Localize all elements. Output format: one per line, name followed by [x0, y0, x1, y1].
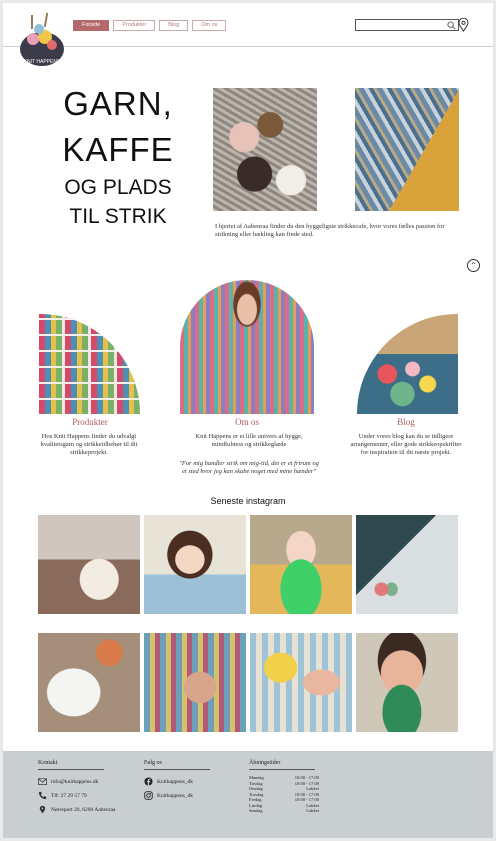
instagram-post[interactable] [38, 515, 140, 614]
knit-happens-logo[interactable]: KNIT HAPPENS [15, 9, 69, 69]
about-card-text: Knit Happens er et lille univers af hygg… [195, 433, 303, 448]
instagram-icon [144, 791, 153, 800]
logo-text: KNIT HAPPENS [24, 59, 61, 65]
site-header: KNIT HAPPENS Forside Produkter Blog Om o… [3, 3, 493, 66]
footer-facebook-text[interactable]: Knithappens_dk [157, 779, 193, 785]
about-card-image[interactable] [180, 280, 314, 414]
instagram-section-title: Seneste instagram [210, 496, 286, 506]
instagram-post[interactable] [38, 633, 140, 732]
footer-hours-heading: Åbningstider [249, 760, 315, 770]
footer-facebook-link[interactable]: Knithappens_dk [144, 777, 193, 786]
hours-time: Lukket [306, 808, 319, 813]
scroll-up-button[interactable]: ⌃ [467, 259, 480, 272]
about-card-title[interactable]: Om os [187, 417, 307, 427]
products-card-image[interactable] [39, 314, 140, 414]
site-footer: Kontakt info@knithappens.dk Tlf: 27 29 5… [3, 751, 493, 838]
blog-card-title[interactable]: Blog [346, 417, 466, 427]
location-pin-icon[interactable] [458, 18, 469, 32]
main-nav: Forside Produkter Blog Om os [73, 20, 227, 31]
footer-phone[interactable]: Tlf: 27 29 57 79 [38, 791, 87, 800]
hours-day: Søndag [249, 808, 263, 813]
instagram-post[interactable] [250, 515, 352, 614]
location-pin-icon [39, 805, 46, 814]
page: KNIT HAPPENS Forside Produkter Blog Om o… [3, 3, 493, 838]
instagram-post[interactable] [144, 633, 246, 732]
instagram-post[interactable] [356, 633, 458, 732]
hero-title-line4: TIL STRIK [69, 205, 167, 228]
nav-forside[interactable]: Forside [73, 20, 110, 31]
hero-title-line3: OG PLADS [64, 176, 172, 199]
instagram-post[interactable] [144, 515, 246, 614]
mail-icon [38, 778, 47, 786]
chevron-up-icon: ⌃ [470, 260, 477, 270]
blog-card-text: Under vores blog kan du se tidligere arr… [350, 433, 462, 456]
footer-email[interactable]: info@knithappens.dk [38, 777, 98, 786]
blog-card-image[interactable] [357, 314, 458, 414]
hero-photo-yarn-skeins [355, 88, 459, 211]
instagram-post[interactable] [250, 633, 352, 732]
facebook-icon [144, 777, 153, 786]
footer-address: Nørreport 20, 6200 Aabenraa [38, 805, 115, 814]
nav-om-os[interactable]: Om os [192, 20, 227, 31]
nav-produkter[interactable]: Produkter [113, 20, 156, 31]
hero-photo-yarn-coffee [213, 88, 317, 211]
products-card-text: Hos Knit Happens finder du udvalgt kvali… [40, 433, 138, 456]
about-card-quote: "For mig handler strik om mig-tid, det e… [179, 460, 319, 475]
footer-instagram-link[interactable]: Knithappens_dk [144, 791, 193, 800]
footer-contact-heading: Kontakt [38, 760, 104, 770]
footer-address-text: Nørreport 20, 6200 Aabenraa [51, 806, 116, 813]
hours-row: Søndag Lukket [249, 808, 319, 814]
footer-follow-heading: Følg os [144, 760, 210, 770]
phone-icon [38, 791, 47, 800]
instagram-post[interactable] [356, 515, 458, 614]
opening-hours-table: Mandag 10:00 - 17:00 Tirsdag 10:00 - 17:00… [249, 775, 319, 814]
products-card-title[interactable]: Produkter [30, 417, 150, 427]
nav-blog[interactable]: Blog [159, 20, 189, 31]
hero-description: I hjertet af Aabenraa finder du den hygg… [215, 223, 445, 238]
footer-instagram-text[interactable]: Knithappens_dk [157, 793, 193, 799]
search-input[interactable] [355, 19, 459, 31]
hero-title-line2: KAFFE [62, 131, 174, 168]
footer-email-text[interactable]: info@knithappens.dk [51, 779, 98, 785]
footer-phone-text: Tlf: 27 29 57 79 [51, 792, 87, 799]
hero-title-line1: GARN, [63, 85, 173, 122]
search-icon[interactable] [447, 21, 456, 30]
